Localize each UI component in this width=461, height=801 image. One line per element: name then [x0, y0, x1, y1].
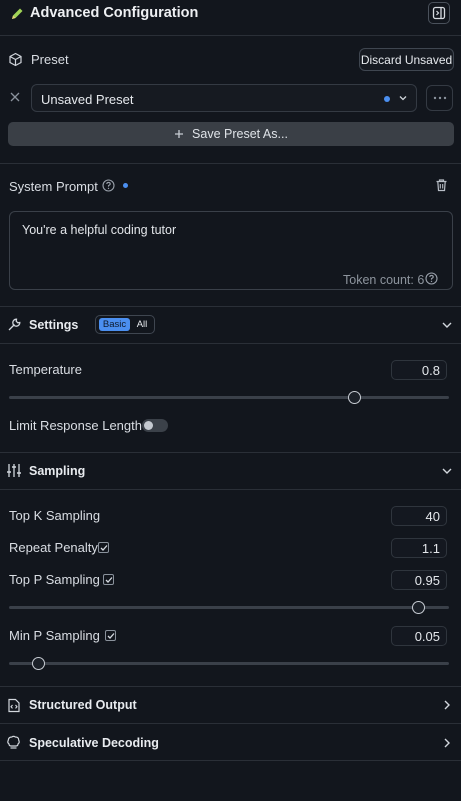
- repeat-penalty-input[interactable]: 1.1: [391, 538, 447, 558]
- basic-all-toggle[interactable]: Basic All: [95, 315, 155, 334]
- token-count: Token count: 6: [343, 273, 425, 287]
- toggle-option-basic[interactable]: Basic: [99, 318, 130, 331]
- min-p-value: 0.05: [414, 628, 440, 644]
- sidebar-toggle-button[interactable]: [428, 2, 450, 24]
- system-prompt-text: You're a helpful coding tutor: [22, 223, 177, 237]
- toggle-option-all[interactable]: All: [134, 318, 150, 331]
- top-p-slider-thumb[interactable]: [412, 601, 425, 614]
- ellipsis-icon: [433, 96, 446, 100]
- repeat-penalty-value: 1.1: [421, 540, 440, 556]
- info-icon[interactable]: [425, 272, 438, 285]
- structured-output-title: Structured Output: [29, 698, 137, 712]
- unsaved-indicator-dot: [384, 96, 390, 102]
- help-icon[interactable]: [102, 179, 115, 192]
- sliders-icon: [6, 463, 22, 478]
- file-code-icon: [7, 698, 21, 713]
- chevron-right-icon: [442, 737, 452, 749]
- temperature-slider-thumb[interactable]: [348, 391, 361, 404]
- sidebar-toggle-icon: [432, 6, 446, 20]
- structured-output-section[interactable]: Structured Output: [0, 687, 461, 723]
- sampling-section-title: Sampling: [29, 464, 86, 478]
- top-k-value: 40: [425, 508, 440, 524]
- wrench-icon: [7, 317, 22, 332]
- save-preset-as-button[interactable]: Save Preset As...: [8, 122, 454, 146]
- check-icon: [100, 544, 107, 551]
- min-p-label: Min P Sampling: [9, 628, 100, 643]
- min-p-slider-thumb[interactable]: [32, 657, 45, 670]
- system-prompt-textarea[interactable]: You're a helpful coding tutor Token coun…: [9, 211, 453, 290]
- settings-section-title: Settings: [29, 318, 79, 332]
- check-icon: [107, 632, 114, 639]
- discard-unsaved-button[interactable]: Discard Unsaved: [359, 48, 454, 71]
- limit-response-length-label: Limit Response Length: [9, 418, 142, 433]
- chevron-right-icon: [442, 699, 452, 711]
- preset-label: Preset: [31, 52, 69, 67]
- min-p-checkbox[interactable]: [105, 630, 116, 641]
- chevron-down-icon: [398, 93, 408, 103]
- top-k-label: Top K Sampling: [9, 508, 101, 523]
- advanced-configuration-panel: Advanced Configuration Preset Discard Un…: [0, 0, 461, 801]
- preset-select-value: Unsaved Preset: [41, 92, 134, 107]
- top-p-slider-track[interactable]: [9, 606, 449, 609]
- toggle-knob: [144, 421, 153, 430]
- preset-select[interactable]: Unsaved Preset: [31, 84, 417, 112]
- min-p-slider-track[interactable]: [9, 662, 449, 665]
- top-p-label: Top P Sampling: [9, 572, 100, 587]
- system-prompt-label: System Prompt: [9, 179, 98, 194]
- save-preset-as-label: Save Preset As...: [192, 127, 288, 141]
- top-k-input[interactable]: 40: [391, 506, 447, 526]
- chevron-down-icon[interactable]: [441, 319, 453, 331]
- limit-response-length-toggle[interactable]: [142, 419, 168, 432]
- temperature-slider-track[interactable]: [9, 396, 449, 399]
- top-p-input[interactable]: 0.95: [391, 570, 447, 590]
- unsaved-indicator-dot: [123, 183, 128, 188]
- speculative-decoding-title: Speculative Decoding: [29, 736, 159, 750]
- close-icon[interactable]: [9, 91, 21, 103]
- chevron-down-icon[interactable]: [441, 465, 453, 477]
- speculative-decoding-section[interactable]: Speculative Decoding: [0, 724, 461, 760]
- temperature-input[interactable]: 0.8: [391, 360, 447, 380]
- temperature-label: Temperature: [9, 362, 82, 377]
- more-options-button[interactable]: [426, 85, 453, 111]
- package-icon: [8, 52, 23, 67]
- temperature-value: 0.8: [421, 362, 440, 378]
- pencil-icon: [9, 6, 25, 22]
- trash-icon[interactable]: [435, 178, 448, 192]
- repeat-penalty-label: Repeat Penalty: [9, 540, 98, 555]
- top-p-checkbox[interactable]: [103, 574, 114, 585]
- page-title: Advanced Configuration: [30, 5, 199, 21]
- plus-icon: [174, 129, 184, 139]
- check-icon: [105, 576, 112, 583]
- min-p-input[interactable]: 0.05: [391, 626, 447, 646]
- repeat-penalty-checkbox[interactable]: [98, 542, 109, 553]
- top-p-value: 0.95: [414, 572, 440, 588]
- brain-icon: [6, 735, 21, 750]
